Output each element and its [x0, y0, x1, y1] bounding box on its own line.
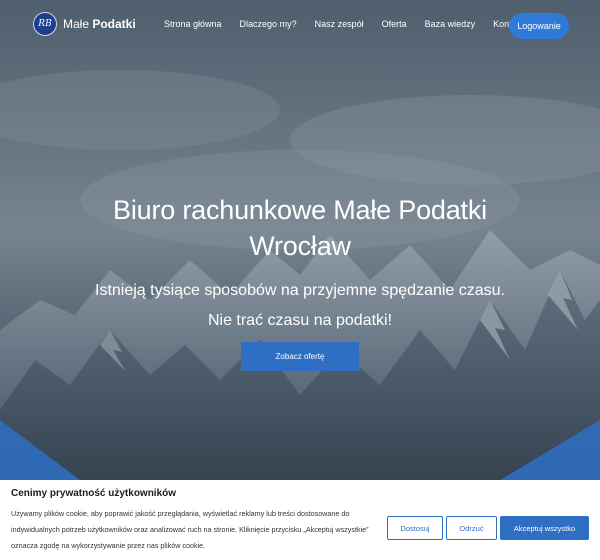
see-offer-button[interactable]: Zobacz ofertę: [241, 342, 359, 371]
accept-all-cookies-button[interactable]: Akceptuj wszystko: [500, 516, 589, 540]
hero-subtitle-line-2: Nie trać czasu na podatki!: [207, 312, 393, 329]
nav-links: Strona główna Dlaczego my? Nasz zespół O…: [164, 19, 524, 29]
hero-subtitle-line-1: Istnieją tysiące sposobów na przyjemne s…: [95, 282, 505, 299]
logo-text: Małe Podatki: [63, 17, 136, 31]
cookie-title: Cenimy prywatność użytkowników: [11, 488, 177, 499]
hero-title-line-1: Biuro rachunkowe Małe Podatki: [113, 195, 487, 225]
hero-title: Biuro rachunkowe Małe Podatki Wrocław: [0, 192, 600, 264]
hero-title-line-2: Wrocław: [249, 231, 351, 261]
nav-link-knowledge-base[interactable]: Baza wiedzy: [425, 19, 476, 29]
reject-cookies-button[interactable]: Odrzuć: [446, 516, 497, 540]
nav-link-offer[interactable]: Oferta: [382, 19, 407, 29]
logo[interactable]: RB Małe Podatki: [33, 12, 136, 36]
nav-link-why-us[interactable]: Dlaczego my?: [240, 19, 297, 29]
nav-link-home[interactable]: Strona główna: [164, 19, 222, 29]
hero-section: RB Małe Podatki Strona główna Dlaczego m…: [0, 0, 600, 480]
logo-text-light: Małe: [63, 17, 93, 31]
logo-text-bold: Podatki: [92, 17, 136, 31]
login-button[interactable]: Logowanie: [509, 13, 569, 39]
cookie-text: Używamy plików cookie, aby poprawić jako…: [11, 509, 369, 550]
logo-emblem: RB: [33, 12, 57, 36]
nav-link-team[interactable]: Nasz zespół: [315, 19, 364, 29]
customize-cookies-button[interactable]: Dostosuj: [387, 516, 443, 540]
hero-subtitle: Istnieją tysiące sposobów na przyjemne s…: [0, 276, 600, 336]
navbar: RB Małe Podatki Strona główna Dlaczego m…: [0, 0, 600, 50]
